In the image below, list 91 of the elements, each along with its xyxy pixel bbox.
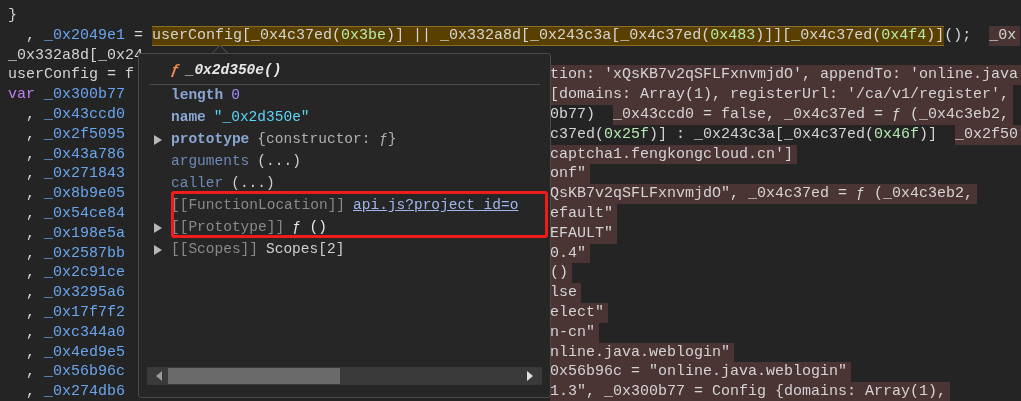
code-text: , [25, 203, 36, 224]
code-text: , [25, 263, 36, 284]
property-value: ƒ () [292, 217, 327, 237]
variable-name: _0x2c91ce [44, 263, 126, 284]
variable-name: _0x198e5a [44, 223, 126, 244]
code-text: , [25, 342, 36, 363]
code-text: (); [944, 25, 973, 46]
variable-name: _0x2049e1 [44, 25, 126, 46]
inline-value: [domains: Array(1), registerUrl: '/ca/v1/register', [550, 85, 1014, 105]
code-text: , [25, 184, 36, 204]
search-match: 0x483 [710, 25, 756, 46]
code-text: , [25, 105, 36, 125]
variable-name: _0x56b96c [44, 362, 126, 383]
number-literal: 0x46f [874, 124, 920, 145]
code-text: , [25, 362, 36, 383]
property-value: Scopes[2] [266, 239, 345, 259]
keyword: var [8, 85, 36, 105]
variable-name: _0x2f5095 [44, 124, 126, 145]
variable-name: _0x2587bb [44, 243, 126, 264]
inline-value: _0x2f50 [955, 124, 1021, 145]
variable-name: _0x17f7f2 [44, 302, 126, 323]
search-match: )]][_0x4c37ed( [755, 25, 882, 46]
variable-name: _0xc344a0 [44, 322, 126, 343]
inline-value: nline.java.weblogin" [550, 342, 735, 363]
variable-name: _0x3295a6 [44, 283, 126, 303]
code-text: , [25, 25, 36, 46]
code-text: )] [919, 124, 939, 145]
inline-value: _0x43ccd0 = false, _0x4c37ed = ƒ (_0x4c3eb2, [613, 105, 1014, 125]
property-key: [[Prototype]] [171, 216, 285, 239]
property-key: arguments [171, 150, 250, 173]
expand-triangle-icon[interactable] [153, 244, 163, 255]
code-text: , [25, 223, 36, 244]
property-key: [[Scopes]] [171, 238, 258, 261]
search-match: 0x3be [341, 25, 387, 46]
code-text: 0b77) [550, 105, 596, 125]
inline-value: onf" [550, 164, 590, 185]
code-text: )] : _0x243c3a[_0x4c37ed( [649, 124, 875, 145]
scroll-right-icon[interactable] [526, 371, 534, 381]
inline-value: captcha1.fengkongcloud.cn'] [550, 144, 798, 165]
inline-value: _0x [989, 25, 1021, 46]
number-literal: 0x25f [604, 124, 650, 145]
property-key: prototype [171, 128, 250, 151]
property-key: [[FunctionLocation]] [171, 194, 346, 217]
code-text: , [25, 322, 36, 343]
search-match: userConfig[_0x4c37ed( [152, 25, 342, 46]
variable-name: _0x43ccd0 [44, 105, 126, 125]
variable-name: _0x4ed9e5 [44, 342, 126, 363]
variable-name: _0x43a786 [44, 144, 126, 165]
expand-triangle-icon[interactable] [153, 222, 163, 233]
code-text: c37ed( [550, 124, 604, 145]
code-text: , [25, 164, 36, 185]
property-key: name [171, 106, 206, 129]
property-key: length [171, 84, 224, 107]
code-text: = [133, 25, 145, 46]
code-text: , [25, 243, 36, 264]
inline-value: 0x56b96c = "online.java.weblogin" [550, 362, 852, 383]
property-value: (...) [257, 151, 301, 171]
code-text: , [25, 382, 36, 401]
scroll-left-icon[interactable] [155, 371, 163, 381]
variable-name: _0x54ce84 [44, 203, 126, 224]
code-text: userConfig = f [8, 65, 135, 86]
code-text: } [8, 6, 17, 26]
property-key: caller [171, 172, 224, 195]
scrollbar-thumb[interactable] [168, 368, 340, 384]
inline-value: lse [550, 283, 581, 303]
code-text: , [25, 144, 36, 165]
code-text: , [25, 283, 36, 303]
source-link[interactable]: api.js?project_id=o [353, 194, 519, 217]
search-match: )] || _0x332a8d[_0x243c3a[_0x4c37ed( [386, 25, 711, 46]
variable-name: _0x271843 [44, 164, 126, 185]
inline-value: elect" [550, 302, 608, 323]
horizontal-scrollbar[interactable] [147, 367, 542, 385]
variable-name: _0x8b9e05 [44, 184, 126, 204]
property-value: {constructor: ƒ} [257, 129, 397, 149]
function-glyph: ƒ [171, 61, 180, 80]
variable-name: _0x274db6 [44, 382, 126, 401]
code-text: , [25, 302, 36, 323]
search-match: )] [926, 25, 945, 46]
inline-value: QsKB7v2qSFLFxnvmjdO", _0x4c37ed = ƒ (_0x4c3eb2, [550, 184, 978, 204]
property-value: 0 [231, 85, 240, 105]
inline-value: tion: 'xQsKB7v2qSFLFxnvmjdO', appendTo: 'online.java [550, 65, 1021, 86]
code-text: _0x332a8d[_0x24 [8, 45, 144, 66]
property-value: (...) [231, 173, 275, 193]
search-match: 0x4f4 [881, 25, 927, 46]
inline-value: 1.3", _0x300b77 = Config {domains: Array(1), [550, 382, 951, 401]
popover-title: _0x2d350e() [185, 61, 282, 80]
property-value: "_0x2d350e" [213, 107, 310, 127]
variable-name: _0x300b77 [44, 85, 126, 105]
expand-triangle-icon[interactable] [153, 134, 163, 145]
inline-value: () [550, 263, 572, 284]
code-text: , [25, 124, 36, 145]
